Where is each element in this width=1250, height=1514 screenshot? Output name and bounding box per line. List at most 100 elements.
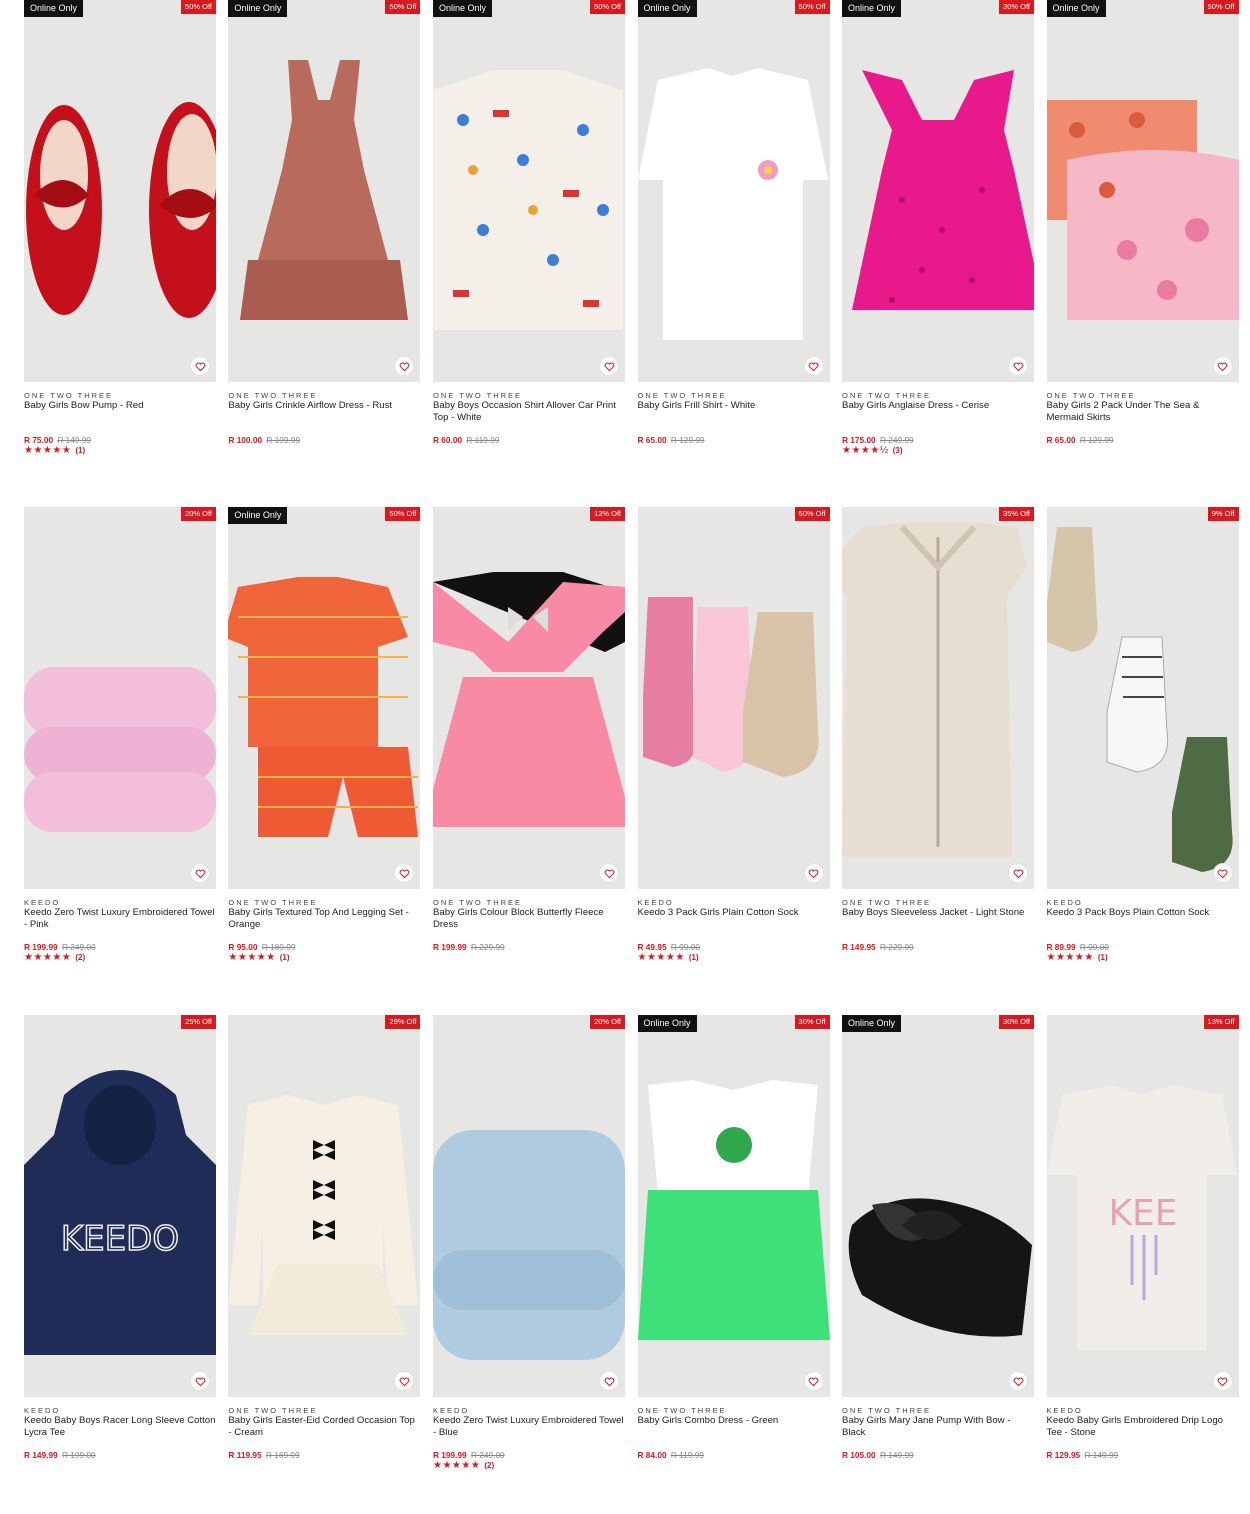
product-image[interactable]: KEEDO 25% Off <box>24 1015 216 1397</box>
product-image[interactable]: Online Only 30% Off <box>842 0 1034 382</box>
review-count: (1) <box>1097 953 1108 962</box>
product-card[interactable]: Online Only 30% Off ONE TWO THREE Baby G… <box>842 1015 1034 1495</box>
product-card[interactable]: Online Only 30% Off ONE TWO THREE Baby G… <box>842 0 1034 480</box>
product-photo <box>637 1080 830 1340</box>
sale-price: R 149.95 <box>842 942 876 952</box>
discount-badge: 30% Off <box>999 1015 1034 1029</box>
product-name[interactable]: Baby Boys Sleeveless Jacket - Light Ston… <box>842 907 1034 919</box>
product-name[interactable]: Baby Girls 2 Pack Under The Sea & Mermai… <box>1047 400 1239 423</box>
product-brand: ONE TWO THREE <box>228 1406 318 1415</box>
product-name[interactable]: Baby Girls Colour Block Butterfly Fleece… <box>433 907 625 930</box>
product-rating[interactable]: ★★★★★ (1) <box>24 445 85 456</box>
product-rating[interactable]: ★★★★½ (3) <box>842 445 902 456</box>
product-card[interactable]: KEEDO 25% Off KEEDO Keedo Baby Boys Race… <box>24 1015 216 1495</box>
wishlist-button[interactable] <box>1008 863 1028 883</box>
product-image[interactable]: 29% Off <box>228 1015 421 1397</box>
product-card[interactable]: Online Only 50% Off ONE TWO THREE Baby G… <box>637 0 830 480</box>
product-photo <box>1046 100 1239 320</box>
product-image[interactable]: 20% Off <box>24 507 216 889</box>
product-card[interactable]: Online Only 30% Off ONE TWO THREE Baby G… <box>637 1015 830 1495</box>
wishlist-button[interactable] <box>190 863 210 883</box>
product-price: R 60.00 R 119.99 <box>433 435 499 445</box>
wishlist-button[interactable] <box>599 863 619 883</box>
product-rating[interactable]: ★★★★★ (1) <box>228 952 289 963</box>
wishlist-button[interactable] <box>599 356 619 376</box>
product-name[interactable]: Baby Girls Anglaise Dress - Cerise <box>842 400 1034 412</box>
wishlist-button[interactable] <box>1212 863 1233 883</box>
product-name[interactable]: Keedo Zero Twist Luxury Embroidered Towe… <box>24 907 216 930</box>
product-photo <box>24 667 216 832</box>
product-image[interactable]: Online Only 50% Off <box>228 0 421 382</box>
heart-outline-icon <box>1013 1377 1023 1386</box>
product-card[interactable]: Online Only 50% Off ONE TWO THREE Baby B… <box>433 0 625 480</box>
product-image[interactable]: 9% Off <box>1046 507 1239 889</box>
product-card[interactable]: 50% Off KEEDO Keedo 3 Pack Girls Plain C… <box>637 507 830 987</box>
product-image[interactable]: Online Only 50% Off <box>1046 0 1239 382</box>
wishlist-button[interactable] <box>1212 356 1233 376</box>
product-card[interactable]: Online Only 50% Off ONE TWO THREE Baby G… <box>228 507 421 987</box>
product-name[interactable]: Keedo 3 Pack Girls Plain Cotton Sock <box>638 907 830 919</box>
product-image[interactable]: Online Only 50% Off <box>637 0 830 382</box>
original-price: R 249.00 <box>471 1450 505 1460</box>
product-name[interactable]: Baby Girls Combo Dress - Green <box>638 1415 830 1427</box>
product-image[interactable]: Online Only 50% Off <box>228 507 421 889</box>
product-card[interactable]: Online Only 50% Off ONE TWO THREE Baby G… <box>1046 0 1239 480</box>
online-only-badge: Online Only <box>637 1015 697 1032</box>
original-price: R 249.00 <box>62 942 96 952</box>
sale-price: R 129.95 <box>1046 1450 1081 1460</box>
product-rating[interactable]: ★★★★★ (2) <box>433 1460 494 1471</box>
product-card[interactable]: 9% Off KEEDO Keedo 3 Pack Boys Plain Cot… <box>1046 507 1239 987</box>
product-card[interactable]: Online Only 50% Off ONE TWO THREE Baby G… <box>228 0 421 480</box>
product-card[interactable]: 13% Off ONE TWO THREE Baby Girls Colour … <box>433 507 625 987</box>
product-name[interactable]: Keedo 3 Pack Boys Plain Cotton Sock <box>1047 907 1239 919</box>
wishlist-button[interactable] <box>190 356 210 376</box>
product-card[interactable]: 29% Off ONE TWO THREE Baby Girls Easter-… <box>228 1015 421 1495</box>
product-rating[interactable]: ★★★★★ (2) <box>24 952 85 963</box>
product-name[interactable]: Baby Girls Textured Top And Legging Set … <box>228 907 420 930</box>
heart-outline-icon <box>604 362 614 371</box>
product-name[interactable]: Baby Girls Frill Shirt - White <box>638 400 830 412</box>
heart-outline-icon <box>1217 1377 1228 1386</box>
product-image[interactable]: 20% Off <box>433 1015 625 1397</box>
product-photo: KEEDO <box>24 1070 216 1355</box>
product-brand: ONE TWO THREE <box>433 391 523 400</box>
product-rating[interactable]: ★★★★★ (1) <box>1047 952 1108 963</box>
product-name[interactable]: Keedo Baby Girls Embroidered Drip Logo T… <box>1047 1415 1239 1438</box>
product-brand: KEEDO <box>637 898 674 907</box>
product-price: R 199.99 R 229.99 <box>433 942 505 952</box>
product-name[interactable]: Keedo Baby Boys Racer Long Sleeve Cotton… <box>24 1415 216 1438</box>
product-image[interactable]: Online Only 50% Off <box>24 0 216 382</box>
wishlist-button[interactable] <box>1008 1371 1028 1391</box>
product-image[interactable]: Online Only 30% Off <box>842 1015 1034 1397</box>
wishlist-button[interactable] <box>599 1371 619 1391</box>
product-rating[interactable]: ★★★★★ (1) <box>638 952 699 963</box>
wishlist-button[interactable] <box>803 863 824 883</box>
product-card[interactable]: Online Only 50% Off ONE TWO THREE Baby G… <box>24 0 216 480</box>
product-image[interactable]: KEE 13% Off <box>1046 1015 1239 1397</box>
product-image[interactable]: 35% Off <box>842 507 1034 889</box>
wishlist-button[interactable] <box>1212 1371 1233 1391</box>
product-name[interactable]: Baby Girls Easter-Eid Corded Occasion To… <box>228 1415 420 1438</box>
product-name[interactable]: Keedo Zero Twist Luxury Embroidered Towe… <box>433 1415 625 1438</box>
wishlist-button[interactable] <box>190 1371 210 1391</box>
product-image[interactable]: 50% Off <box>637 507 830 889</box>
product-price: R 199.99 R 249.00 <box>24 942 96 952</box>
product-name[interactable]: Baby Girls Crinkle Airflow Dress - Rust <box>228 400 420 412</box>
product-name[interactable]: Baby Girls Bow Pump - Red <box>24 400 216 412</box>
product-card[interactable]: 20% Off KEEDO Keedo Zero Twist Luxury Em… <box>24 507 216 987</box>
product-name[interactable]: Baby Boys Occasion Shirt Allover Car Pri… <box>433 400 625 423</box>
product-card[interactable]: 35% Off ONE TWO THREE Baby Boys Sleevele… <box>842 507 1034 987</box>
wishlist-button[interactable] <box>803 356 824 376</box>
product-name[interactable]: Baby Girls Mary Jane Pump With Bow - Bla… <box>842 1415 1034 1438</box>
product-image[interactable]: 13% Off <box>433 507 625 889</box>
product-card[interactable]: KEE 13% Off KEEDO Keedo Baby Girls Embro… <box>1046 1015 1239 1495</box>
product-row: KEEDO 25% Off KEEDO Keedo Baby Boys Race… <box>24 1015 1239 1495</box>
product-image[interactable]: Online Only 50% Off <box>433 0 625 382</box>
wishlist-button[interactable] <box>1008 356 1028 376</box>
star-icon: ★★★★★ <box>24 445 72 456</box>
product-image[interactable]: Online Only 30% Off <box>637 1015 830 1397</box>
product-brand: ONE TWO THREE <box>24 391 114 400</box>
product-card[interactable]: 20% Off KEEDO Keedo Zero Twist Luxury Em… <box>433 1015 625 1495</box>
product-brand: ONE TWO THREE <box>637 391 727 400</box>
wishlist-button[interactable] <box>803 1371 824 1391</box>
